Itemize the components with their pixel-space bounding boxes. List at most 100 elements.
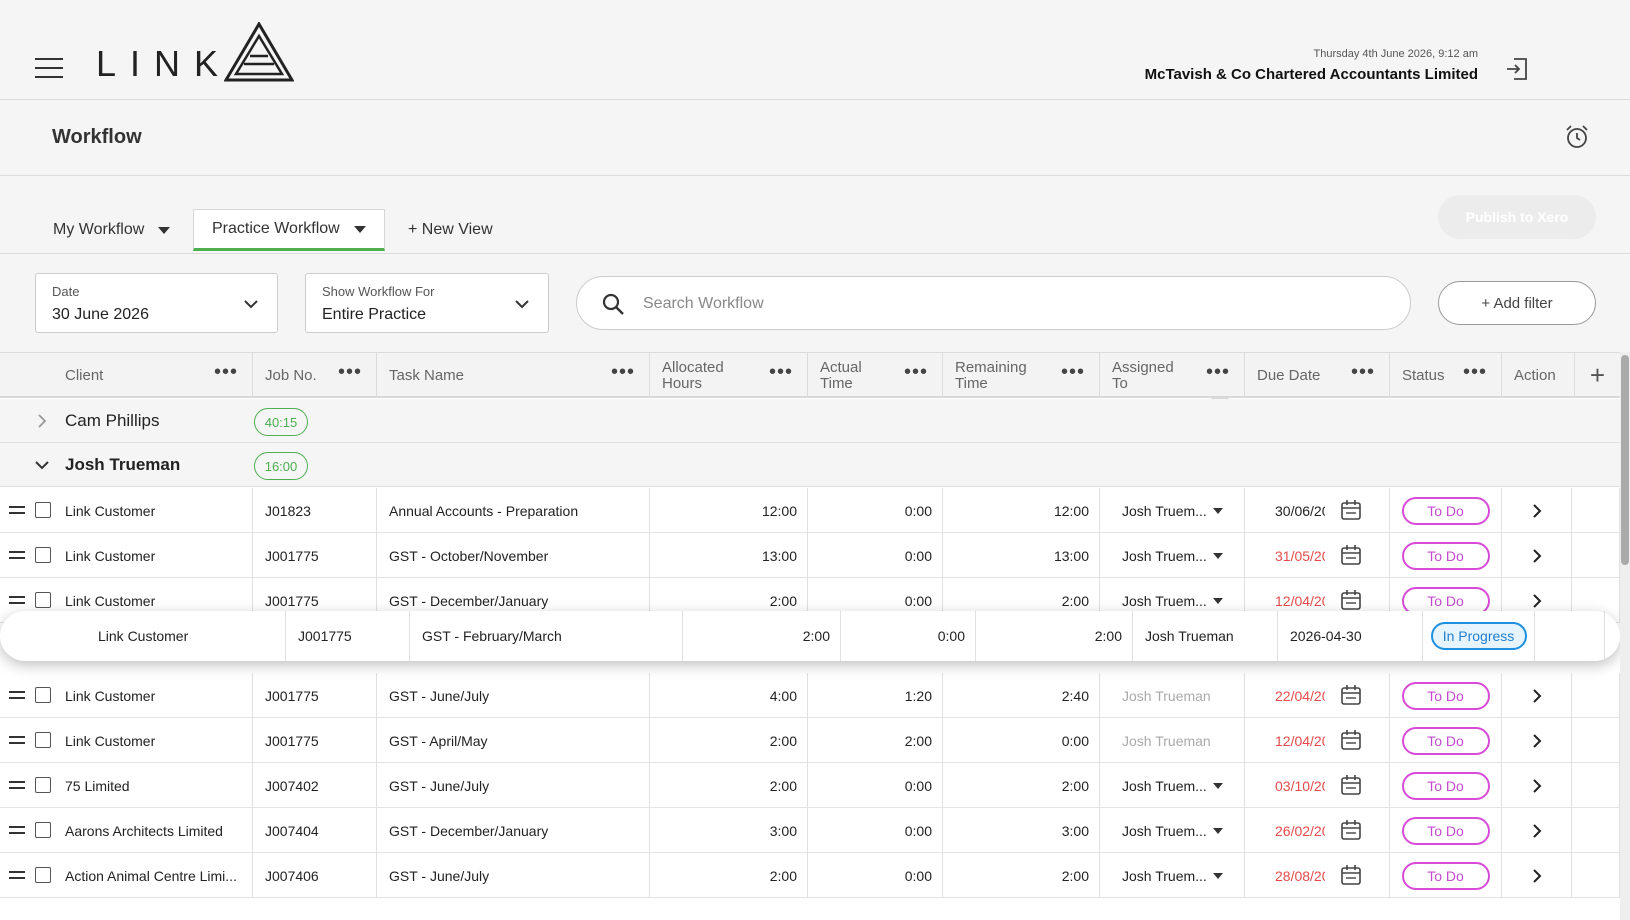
scrollbar-thumb[interactable]	[1621, 355, 1629, 565]
column-header-allocated-hours[interactable]: Allocated Hours •••	[650, 353, 808, 398]
show-workflow-for-select[interactable]: Show Workflow For Entire Practice	[305, 273, 549, 333]
alarm-clock-icon[interactable]	[1564, 124, 1590, 150]
more-options-icon[interactable]: •••	[904, 362, 928, 382]
calendar-icon[interactable]	[1340, 499, 1362, 521]
status-badge-to-do[interactable]: To Do	[1401, 861, 1490, 890]
status-badge-to-do[interactable]: To Do	[1401, 541, 1490, 570]
drag-handle-icon[interactable]	[9, 736, 25, 748]
row-open-button[interactable]	[1502, 673, 1572, 718]
cell-allocated-hours[interactable]: 2:00	[650, 718, 808, 763]
row-open-button[interactable]	[1502, 488, 1572, 533]
cell-due-date[interactable]: 28/08/2026	[1245, 853, 1390, 898]
add-column-icon[interactable]: +	[1575, 353, 1620, 398]
column-header-due-date[interactable]: Due Date •••	[1245, 353, 1390, 398]
more-options-icon[interactable]: •••	[214, 362, 238, 382]
group-row-josh-trueman[interactable]: Josh Trueman 16:00	[0, 443, 1620, 487]
hamburger-menu-icon[interactable]	[35, 58, 63, 78]
table-row[interactable]: 75 Limited J007402 GST - June/July 2:00 …	[0, 763, 1620, 808]
assigned-to-dropdown[interactable]: Josh Truem...	[1100, 763, 1245, 808]
cell-allocated-hours[interactable]: 4:00	[650, 673, 808, 718]
assigned-to-dropdown[interactable]: Josh Truem...	[1100, 533, 1245, 578]
chevron-right-icon[interactable]	[34, 413, 50, 429]
table-row[interactable]: Aarons Architects Limited J007404 GST - …	[0, 808, 1620, 853]
cell-due-date[interactable]: 30/06/2026	[1245, 488, 1390, 533]
chevron-down-icon[interactable]	[34, 457, 50, 473]
table-row[interactable]: Action Animal Centre Limi... J007406 GST…	[0, 853, 1620, 898]
calendar-icon[interactable]	[1340, 729, 1362, 751]
drag-handle-icon[interactable]	[9, 551, 25, 563]
calendar-icon[interactable]	[1340, 589, 1362, 611]
tab-practice-workflow[interactable]: Practice Workflow	[193, 209, 385, 251]
column-header-status[interactable]: Status •••	[1390, 353, 1502, 398]
publish-to-xero-button[interactable]: Publish to Xero	[1438, 195, 1596, 239]
more-options-icon[interactable]: •••	[769, 362, 793, 382]
column-header-actual-time[interactable]: Actual Time •••	[808, 353, 943, 398]
row-checkbox[interactable]	[35, 867, 51, 883]
drag-handle-icon[interactable]	[9, 691, 25, 703]
add-filter-button[interactable]: + Add filter	[1438, 281, 1596, 325]
row-open-button[interactable]	[1502, 853, 1572, 898]
cell-due-date[interactable]: 31/05/2026	[1245, 533, 1390, 578]
cell-allocated-hours[interactable]: 2:00	[650, 763, 808, 808]
column-header-remaining-time[interactable]: Remaining Time •••	[943, 353, 1100, 398]
more-options-icon[interactable]: •••	[1061, 362, 1085, 382]
row-open-button[interactable]	[1502, 763, 1572, 808]
drag-handle-icon[interactable]	[9, 781, 25, 793]
column-header-job-no[interactable]: Job No. •••	[253, 353, 377, 398]
drag-handle-icon[interactable]	[9, 826, 25, 838]
status-badge-to-do[interactable]: To Do	[1401, 816, 1490, 845]
column-header-task-name[interactable]: Task Name •••	[377, 353, 650, 398]
drag-handle-icon[interactable]	[9, 506, 25, 518]
assigned-to-dropdown[interactable]: Josh Truem...	[1100, 488, 1245, 533]
assigned-to-dropdown[interactable]: Josh Trueman	[1100, 718, 1245, 763]
cell-due-date[interactable]: 12/04/2026	[1245, 718, 1390, 763]
dragged-row[interactable]: Link Customer J001775 GST - February/Mar…	[0, 611, 1620, 661]
cell-due-date[interactable]: 22/04/2026	[1245, 673, 1390, 718]
cell-allocated-hours[interactable]: 3:00	[650, 808, 808, 853]
column-header-client[interactable]: Client •••	[53, 353, 253, 398]
search-box[interactable]	[576, 276, 1411, 330]
drag-handle-icon[interactable]	[9, 871, 25, 883]
row-checkbox[interactable]	[35, 822, 51, 838]
table-row[interactable]: Link Customer J001775 GST - October/Nove…	[0, 533, 1620, 578]
cell-allocated-hours[interactable]: 13:00	[650, 533, 808, 578]
row-checkbox[interactable]	[35, 687, 51, 703]
logout-icon[interactable]	[1504, 56, 1530, 82]
more-options-icon[interactable]: •••	[611, 362, 635, 382]
calendar-icon[interactable]	[1340, 864, 1362, 886]
more-options-icon[interactable]: •••	[1206, 362, 1230, 382]
more-options-icon[interactable]: •••	[1463, 362, 1487, 382]
cell-allocated-hours[interactable]: 2:00	[650, 853, 808, 898]
row-checkbox[interactable]	[35, 732, 51, 748]
search-input[interactable]	[643, 289, 1383, 319]
calendar-icon[interactable]	[1340, 684, 1362, 706]
row-checkbox[interactable]	[35, 502, 51, 518]
table-row[interactable]: Link Customer J01823 Annual Accounts - P…	[0, 488, 1620, 533]
cell-due-date[interactable]: 03/10/2026	[1245, 763, 1390, 808]
table-row[interactable]: Link Customer J001775 GST - June/July 4:…	[0, 673, 1620, 718]
drag-handle-icon[interactable]	[9, 596, 25, 608]
table-row[interactable]: Link Customer J001775 GST - April/May 2:…	[0, 718, 1620, 763]
row-open-button[interactable]	[1502, 718, 1572, 763]
more-options-icon[interactable]: •••	[338, 362, 362, 382]
tab-my-workflow[interactable]: My Workflow	[35, 209, 188, 251]
cell-due-date[interactable]: 26/02/2026	[1245, 808, 1390, 853]
date-select[interactable]: Date 30 June 2026	[35, 273, 278, 333]
more-options-icon[interactable]: •••	[1351, 362, 1375, 382]
calendar-icon[interactable]	[1340, 544, 1362, 566]
cell-allocated-hours[interactable]: 12:00	[650, 488, 808, 533]
new-view-button[interactable]: + New View	[390, 209, 511, 251]
calendar-icon[interactable]	[1340, 819, 1362, 841]
row-checkbox[interactable]	[35, 547, 51, 563]
assigned-to-dropdown[interactable]: Josh Trueman	[1100, 673, 1245, 718]
group-row-cam-phillips[interactable]: Cam Phillips 40:15	[0, 399, 1620, 443]
assigned-to-dropdown[interactable]: Josh Truem...	[1100, 808, 1245, 853]
column-header-assigned-to[interactable]: Assigned To •••	[1100, 353, 1245, 398]
status-badge-to-do[interactable]: To Do	[1401, 496, 1490, 525]
row-open-button[interactable]	[1502, 533, 1572, 578]
row-checkbox[interactable]	[35, 777, 51, 793]
status-badge-to-do[interactable]: To Do	[1401, 681, 1490, 710]
status-badge-to-do[interactable]: To Do	[1401, 726, 1490, 755]
row-checkbox[interactable]	[35, 592, 51, 608]
link-logo[interactable]: LINK	[96, 22, 295, 84]
